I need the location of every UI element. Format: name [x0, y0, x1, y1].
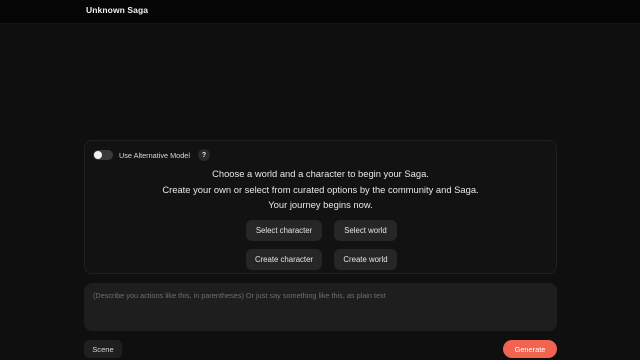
top-bar: Unknown Saga [0, 0, 640, 24]
generate-button[interactable]: Generate [503, 340, 557, 358]
toggle-knob [94, 151, 102, 159]
start-panel: Use Alternative Model ? Choose a world a… [84, 140, 557, 274]
scene-button[interactable]: Scene [84, 340, 122, 358]
help-icon[interactable]: ? [197, 149, 210, 161]
intro-line-2: Create your own or select from curated o… [162, 183, 479, 195]
intro-text: Choose a world and a character to begin … [85, 166, 556, 213]
alternative-model-toggle[interactable] [93, 150, 113, 160]
intro-line-3: Your journey begins now. [268, 199, 373, 210]
intro-line-1: Choose a world and a character to begin … [212, 168, 429, 179]
app-title: Unknown Saga [86, 5, 149, 15]
action-input[interactable] [84, 283, 557, 331]
create-world-button[interactable]: Create world [334, 249, 397, 270]
select-character-button[interactable]: Select character [246, 220, 322, 241]
alternative-model-label: Use Alternative Model [119, 150, 190, 160]
alternative-model-setting: Use Alternative Model ? [93, 148, 210, 162]
create-character-button[interactable]: Create character [246, 249, 322, 270]
select-world-button[interactable]: Select world [334, 220, 397, 241]
